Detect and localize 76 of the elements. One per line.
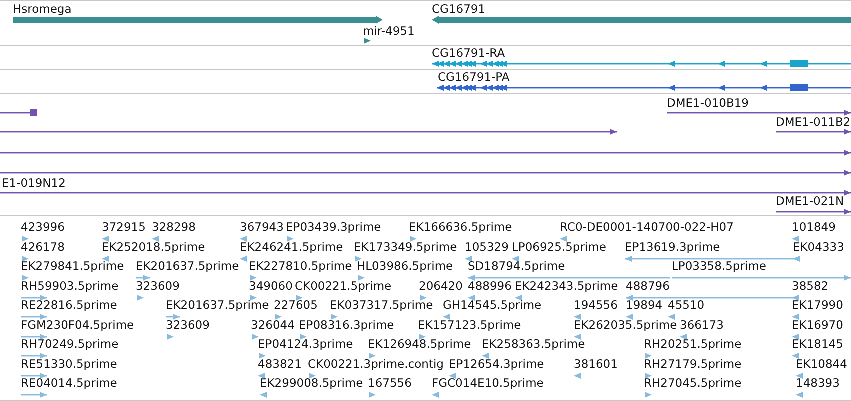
feature-label: Hsromega bbox=[13, 2, 72, 16]
feature-label: CK00221.3prime.contig bbox=[308, 356, 444, 370]
feature-label: CG16791-PA bbox=[438, 70, 510, 84]
feature-label: EK126948.5prime bbox=[368, 337, 472, 351]
feature-label: EK262035.5prime bbox=[574, 318, 678, 332]
feature-label: EK242343.5prime bbox=[515, 278, 618, 292]
feature-label: EK279841.5prime bbox=[21, 259, 124, 273]
feature-label: LP03358.5prime bbox=[672, 259, 766, 273]
feature-label: 372915 bbox=[102, 220, 146, 234]
feature-label: 381601 bbox=[574, 356, 618, 370]
feature-label: RH20251.5prime bbox=[644, 337, 742, 351]
feature-label: EP13619.3prime bbox=[625, 240, 720, 254]
feature-label: 367943 bbox=[240, 220, 284, 234]
feature-label: E1-019N12 bbox=[2, 176, 66, 190]
feature-label: DME1-010B19 bbox=[667, 96, 749, 110]
feature-label: DME1-011B2 bbox=[776, 115, 851, 129]
feature-label: EK18145 bbox=[792, 337, 844, 351]
feature-label: 323609 bbox=[166, 318, 210, 332]
feature-label: 227605 bbox=[274, 298, 318, 312]
feature-label: EK299008.5prime bbox=[260, 376, 364, 390]
feature-label: RE04014.5prime bbox=[21, 376, 118, 390]
feature-label: 488796 bbox=[626, 278, 670, 292]
feature-label: EK258363.5prime bbox=[482, 337, 586, 351]
feature-label: 366173 bbox=[680, 318, 724, 332]
feature-label: FGM230F04.5prime bbox=[21, 318, 134, 332]
feature-label: EP08316.3prime bbox=[299, 318, 394, 332]
feature-label: GH14545.5prime bbox=[443, 298, 542, 312]
feature-label: EK157123.5prime bbox=[418, 318, 522, 332]
feature-label: RE22816.5prime bbox=[21, 298, 118, 312]
feature-label: 101849 bbox=[792, 220, 836, 234]
feature-label: 323609 bbox=[136, 278, 180, 292]
feature-label: mir-4951 bbox=[363, 24, 415, 38]
feature-label: RE51330.5prime bbox=[21, 356, 118, 370]
feature-label: 488996 bbox=[468, 278, 512, 292]
feature-label: CG16791-RA bbox=[432, 46, 506, 60]
feature-label: RC0-DE0001-140700-022-H07 bbox=[560, 220, 734, 234]
feature-label: 194556 bbox=[574, 298, 618, 312]
feature-label: 148393 bbox=[796, 376, 840, 390]
feature-label: 45510 bbox=[668, 298, 705, 312]
feature-label: 426178 bbox=[21, 240, 65, 254]
feature-label: 167556 bbox=[368, 376, 412, 390]
feature-label: 38582 bbox=[792, 278, 829, 292]
feature-label: EK246241.5prime bbox=[240, 240, 344, 254]
feature-label: EK252018.5prime bbox=[102, 240, 206, 254]
feature-label: EK037317.5prime bbox=[330, 298, 434, 312]
feature-label: CG16791 bbox=[432, 2, 486, 16]
feature-label: EP12654.3prime bbox=[449, 356, 544, 370]
feature-label: RH27045.5prime bbox=[644, 376, 742, 390]
feature-label: 326044 bbox=[251, 318, 295, 332]
feature-label: EP03439.3prime bbox=[286, 220, 382, 234]
feature-label: 206420 bbox=[419, 278, 463, 292]
feature-label: EK04333 bbox=[793, 240, 844, 254]
feature-label: LP06925.5prime bbox=[512, 240, 606, 254]
feature-label: SD18794.5prime bbox=[468, 259, 566, 273]
feature-label: EK201637.5prime bbox=[136, 259, 240, 273]
feature-label: EK227810.5prime bbox=[249, 259, 352, 273]
feature-label: RH59903.5prime bbox=[21, 278, 119, 292]
feature-label: EK201637.5prime bbox=[166, 298, 270, 312]
feature-label: 423996 bbox=[21, 220, 65, 234]
feature-label: EK16970 bbox=[792, 318, 844, 332]
feature-label: RH70249.5prime bbox=[21, 337, 119, 351]
feature-label: EK17990 bbox=[792, 298, 844, 312]
feature-label: 349060 bbox=[249, 278, 293, 292]
feature-label: EK10844 bbox=[796, 356, 848, 370]
feature-label: RH27179.5prime bbox=[644, 356, 742, 370]
feature-label: 328298 bbox=[152, 220, 196, 234]
feature-label: 483821 bbox=[258, 356, 302, 370]
feature-label: CK00221.5prime bbox=[295, 278, 392, 292]
feature-label: DME1-021N bbox=[776, 194, 844, 208]
feature-label: HL03986.5prime bbox=[357, 259, 454, 273]
feature-label: EP04124.3prime bbox=[258, 337, 354, 351]
feature-label: FGC014E10.5prime bbox=[432, 376, 544, 390]
feature-label: 19894 bbox=[626, 298, 663, 312]
feature-label: EK166636.5prime bbox=[409, 220, 512, 234]
feature-label: 105329 bbox=[465, 240, 509, 254]
feature-label: EK173349.5prime bbox=[354, 240, 458, 254]
